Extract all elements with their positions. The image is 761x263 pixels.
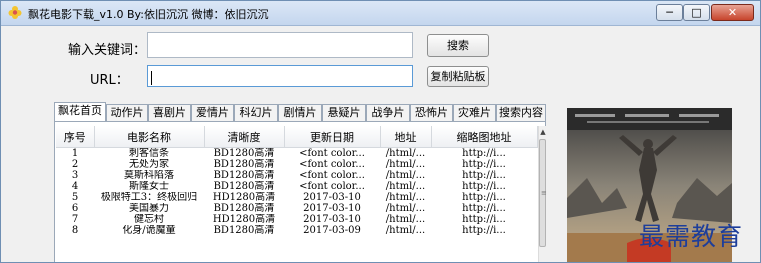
column-header[interactable]: 地址: [380, 126, 432, 148]
table-cell: <font color...: [299, 159, 365, 170]
table-cell: 3: [71, 170, 79, 181]
table-cell: 2017-03-10: [303, 214, 361, 225]
search-button[interactable]: 搜索: [427, 34, 489, 57]
table-cell: <font color...: [299, 181, 365, 192]
table-cell: 莫斯科陷落: [124, 170, 174, 181]
table-cell: 7: [71, 214, 79, 225]
column-header[interactable]: 缩略图地址: [431, 126, 538, 148]
table-row[interactable]: 4 斯隆女士 BD1280高清 <font color... /html/... http…: [56, 181, 537, 192]
table-cell: http://i...: [462, 170, 506, 181]
minimize-button[interactable]: ─: [656, 4, 683, 21]
table-cell: /html/...: [385, 214, 426, 225]
table-cell: 健忘村: [134, 214, 164, 225]
table-cell: 美国暴力: [129, 203, 169, 214]
close-icon: ✕: [727, 6, 738, 19]
column-header[interactable]: 更新日期: [284, 126, 381, 148]
tab-panel: 序号 电影名称 清晰度 更新日期 地址 缩略图地址 1 刺客信条 BD1280高清 <…: [54, 121, 547, 262]
table-cell: 斯隆女士: [129, 181, 169, 192]
tab-comedy[interactable]: 喜剧片: [148, 104, 191, 121]
table-cell: BD1280高清: [213, 159, 275, 170]
table-cell: /html/...: [385, 148, 426, 159]
table-cell: http://i...: [462, 192, 506, 203]
copy-clipboard-button[interactable]: 复制粘贴板: [427, 66, 489, 87]
maximize-icon: □: [691, 6, 702, 19]
movie-table[interactable]: 序号 电影名称 清晰度 更新日期 地址 缩略图地址 1 刺客信条 BD1280高清 <…: [56, 126, 538, 236]
table-cell: /html/...: [385, 192, 426, 203]
tab-search-results[interactable]: 搜索内容: [496, 104, 546, 121]
table-cell: HD1280高清: [212, 214, 276, 225]
keyword-input[interactable]: [147, 32, 413, 58]
table-cell: /html/...: [385, 170, 426, 181]
table-cell: 4: [71, 181, 79, 192]
table-cell: BD1280高清: [213, 203, 275, 214]
tab-disaster[interactable]: 灾难片: [453, 104, 496, 121]
tab-horror[interactable]: 恐怖片: [410, 104, 453, 121]
table-header-row: 序号 电影名称 清晰度 更新日期 地址 缩略图地址: [56, 126, 538, 148]
table-cell: 无处为家: [129, 159, 169, 170]
table-cell: BD1280高清: [213, 225, 275, 236]
table-scrollbar[interactable]: ▲ ≡: [538, 126, 547, 262]
table-row[interactable]: 6 美国暴力 BD1280高清 2017-03-10/html/... http://i…: [56, 203, 537, 214]
table-cell: /html/...: [385, 159, 426, 170]
table-cell: http://i...: [462, 148, 506, 159]
table-row[interactable]: 5 极限特工3：终极回归 HD1280高清 2017-03-10/html/... ht…: [56, 192, 537, 203]
table-cell: 5: [71, 192, 79, 203]
table-cell: 2017-03-10: [303, 203, 361, 214]
table-row[interactable]: 3 莫斯科陷落 BD1280高清 <font color... /html/... htt…: [56, 170, 537, 181]
table-cell: <font color...: [299, 170, 365, 181]
table-cell: 极限特工3：终极回归: [100, 192, 198, 203]
table-row[interactable]: 2 无处为家 BD1280高清 <font color... /html/... http…: [56, 159, 537, 170]
table-cell: 刺客信条: [129, 148, 169, 159]
table-cell: 2017-03-09: [303, 225, 361, 236]
tab-war[interactable]: 战争片: [366, 104, 410, 121]
url-input[interactable]: [147, 65, 413, 87]
chevron-up-icon[interactable]: ▲: [539, 126, 547, 138]
maximize-button[interactable]: □: [683, 4, 710, 21]
watermark-text: 最需教育: [639, 222, 744, 251]
table-cell: /html/...: [385, 203, 426, 214]
table-cell: 化身/诡魔童: [122, 225, 176, 236]
flower-icon: [8, 6, 22, 19]
table-cell: /html/...: [385, 181, 426, 192]
table-row[interactable]: 8 化身/诡魔童 BD1280高清 2017-03-09/html/... http:/…: [56, 225, 537, 236]
title-bar[interactable]: 飘花电影下载_v1.0 By:依旧沉沉 微博：依旧沉沉 ─ □ ✕: [1, 1, 760, 26]
table-cell: http://i...: [462, 225, 506, 236]
tab-home[interactable]: 飘花首页: [54, 102, 106, 121]
close-button[interactable]: ✕: [711, 4, 754, 21]
window-title: 飘花电影下载_v1.0 By:依旧沉沉 微博：依旧沉沉: [28, 8, 269, 21]
url-label: URL：: [90, 73, 129, 88]
keyword-label: 输入关键词：: [68, 43, 147, 58]
table-cell: 2017-03-10: [303, 192, 361, 203]
tab-scifi[interactable]: 科幻片: [234, 104, 278, 121]
app-window: 飘花电影下载_v1.0 By:依旧沉沉 微博：依旧沉沉 ─ □ ✕ 输入关键词：…: [0, 0, 761, 263]
table-cell: BD1280高清: [213, 170, 275, 181]
column-header[interactable]: 清晰度: [204, 126, 285, 148]
table-cell: 6: [71, 203, 79, 214]
table-cell: http://i...: [462, 214, 506, 225]
table-cell: 1: [71, 148, 79, 159]
column-header[interactable]: 序号: [56, 126, 95, 148]
text-caret: [151, 71, 152, 85]
table-cell: HD1280高清: [212, 192, 276, 203]
tab-suspense[interactable]: 悬疑片: [322, 104, 366, 121]
column-header[interactable]: 电影名称: [94, 126, 205, 148]
table-cell: /html/...: [385, 225, 426, 236]
table-cell: http://i...: [462, 181, 506, 192]
table-cell: BD1280高清: [213, 148, 275, 159]
tab-romance[interactable]: 爱情片: [191, 104, 234, 121]
table-row[interactable]: 7 健忘村 HD1280高清 2017-03-10/html/... http://i.…: [56, 214, 537, 225]
tab-drama[interactable]: 剧情片: [278, 104, 322, 121]
table-cell: 2: [71, 159, 79, 170]
table-cell: BD1280高清: [213, 181, 275, 192]
table-row[interactable]: 1 刺客信条 BD1280高清 <font color... /html/... http…: [56, 148, 537, 160]
grip-icon: ≡: [541, 189, 547, 197]
scrollbar-thumb[interactable]: ≡: [539, 139, 547, 247]
minimize-icon: ─: [666, 6, 673, 19]
table-cell: <font color...: [299, 148, 365, 159]
table-cell: http://i...: [462, 159, 506, 170]
table-cell: 8: [71, 225, 79, 236]
table-cell: http://i...: [462, 203, 506, 214]
tab-action[interactable]: 动作片: [106, 104, 148, 121]
